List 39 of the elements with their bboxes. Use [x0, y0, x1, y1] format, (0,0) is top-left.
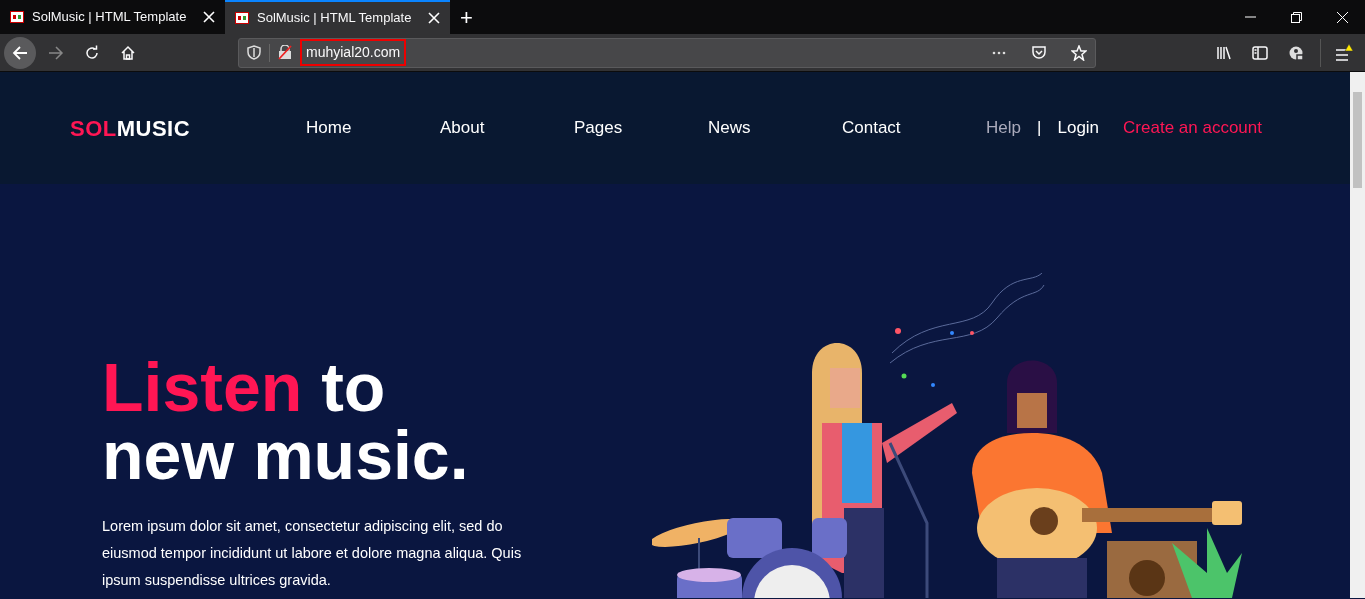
pocket-icon[interactable]: [1031, 44, 1047, 61]
nav-link[interactable]: Home: [306, 115, 440, 141]
close-tab-icon[interactable]: [428, 12, 440, 24]
divider-text: |: [1037, 117, 1042, 140]
account-icon[interactable]: [1288, 44, 1304, 61]
reload-icon[interactable]: [84, 44, 100, 61]
hero-heading: Listen to new music.: [102, 353, 470, 489]
signup-link[interactable]: Create an account: [1123, 115, 1262, 141]
close-tab-icon[interactable]: [203, 11, 215, 23]
menu-icon[interactable]: [1335, 43, 1355, 62]
tab-title: SolMusic | HTML Template: [32, 8, 188, 27]
restore-icon[interactable]: [1290, 11, 1302, 23]
login-link[interactable]: Login: [1057, 115, 1100, 141]
site-favicon-icon: [235, 11, 249, 25]
browser-tab[interactable]: SolMusic | HTML Template: [0, 0, 225, 34]
back-button[interactable]: [4, 36, 36, 69]
shield-icon[interactable]: [247, 45, 261, 60]
minimize-icon[interactable]: [1244, 16, 1256, 18]
home-icon[interactable]: [120, 44, 136, 61]
new-tab-button[interactable]: +: [450, 0, 483, 34]
library-icon[interactable]: [1216, 44, 1232, 61]
tab-title: SolMusic | HTML Template: [257, 9, 413, 28]
nav-link[interactable]: Pages: [574, 115, 708, 141]
star-icon[interactable]: [1071, 44, 1087, 61]
site-favicon-icon: [10, 10, 24, 24]
nav-link[interactable]: About: [440, 115, 574, 141]
nav-link[interactable]: Contact: [842, 115, 976, 141]
hero-paragraph: Lorem ipsum dolor sit amet, consectetur adipiscing elit, sed do eiusmod tempor incididunt ut labore et dolore magna aliqua. Quis ipsum suspendisse ultrices gravida.: [102, 517, 523, 590]
nav-link[interactable]: News: [708, 115, 842, 141]
forward-icon[interactable]: [48, 44, 64, 61]
help-link[interactable]: Help: [986, 115, 1022, 141]
close-icon[interactable]: [1336, 11, 1348, 23]
scrollbar[interactable]: [1350, 72, 1365, 598]
address-field[interactable]: muhyial20.com: [300, 39, 407, 66]
back-arrow-icon: [12, 44, 28, 61]
site-logo[interactable]: SOLMUSIC: [70, 111, 258, 145]
browser-tab[interactable]: SolMusic | HTML Template: [225, 0, 450, 34]
sidebar-icon[interactable]: [1252, 44, 1268, 61]
insecure-lock-icon[interactable]: [278, 45, 292, 60]
